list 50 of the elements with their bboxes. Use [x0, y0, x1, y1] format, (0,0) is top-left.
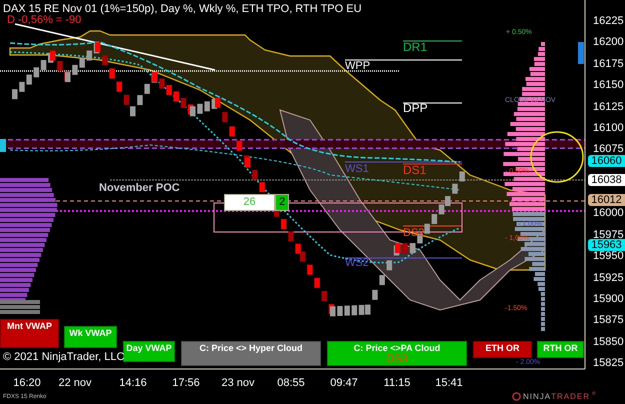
chart-toggle-button[interactable]: RTH OR	[537, 341, 584, 358]
price-tick-label: 16225	[593, 16, 624, 27]
time-label: 16:20	[13, 378, 41, 389]
highlight-circle	[530, 131, 584, 183]
level-label: WS1	[345, 164, 369, 175]
price-tick-label: 16075	[593, 144, 624, 156]
price-range-marker	[0, 139, 6, 152]
price-tick-label: 16175	[593, 58, 624, 70]
chart-title: DAX 15 RE Nov 01 (1%=150p), Day %, Wkly %, ETH TPO, RTH TPO EU	[3, 4, 362, 15]
chart-toggle-button[interactable]: Mnt VWAP	[0, 319, 59, 348]
time-label: 23 nov	[221, 378, 255, 389]
price-tick-label: 15925	[593, 272, 624, 284]
price-tick-label: 16000	[593, 208, 624, 220]
level-label: November POC	[99, 183, 180, 194]
time-label: 22 nov	[58, 378, 92, 389]
price-tick-label: 15900	[593, 294, 624, 305]
price-tick-label: 15850	[593, 336, 624, 348]
price-tick-label: 16200	[593, 37, 624, 48]
day-change: D -0,56% = -90	[7, 15, 82, 26]
time-label: 09:47	[330, 378, 358, 389]
time-label: 11:15	[384, 378, 410, 389]
level-label: DPP	[403, 102, 428, 114]
time-label: 14:16	[119, 378, 147, 389]
time-label: 15:41	[435, 378, 463, 389]
chart-toggle-button[interactable]: C: Price <> Hyper Cloud	[181, 341, 321, 366]
counter-badge: 2	[275, 194, 289, 211]
price-marker: 16012	[588, 194, 625, 206]
price-tick-label: 15950	[593, 251, 624, 262]
level-label: DS1	[403, 164, 426, 176]
price-marker: 16038	[588, 174, 625, 186]
chart-toggle-button[interactable]: C: Price <>PA Cloud DS3	[327, 341, 467, 366]
price-tick-label: 16150	[593, 80, 624, 92]
level-label: WPP	[345, 61, 370, 72]
time-label: 08:55	[277, 378, 305, 389]
price-tick-label: 15875	[593, 315, 624, 326]
chart-toggle-button[interactable]: Wk VWAP	[64, 326, 117, 348]
level-label: DR1	[403, 41, 428, 53]
price-marker: 15963	[588, 239, 625, 251]
price-tick-label: 16100	[593, 122, 624, 134]
price-tick-label: 16125	[593, 102, 624, 112]
price-range-marker	[578, 42, 584, 64]
level-label: WS2	[345, 258, 369, 269]
chart-toggle-button[interactable]: ETH OR	[473, 341, 532, 358]
time-label: 17:56	[172, 378, 200, 389]
price-marker: 16060	[588, 155, 625, 167]
counter-value: 26	[224, 194, 275, 211]
copyright-text: © 2021 NinjaTrader, LLC	[3, 352, 124, 363]
price-tick-label: 15825	[593, 358, 624, 369]
price-tick-label: 15975	[593, 230, 624, 241]
chart-toggle-button[interactable]: Day VWAP	[123, 341, 175, 362]
